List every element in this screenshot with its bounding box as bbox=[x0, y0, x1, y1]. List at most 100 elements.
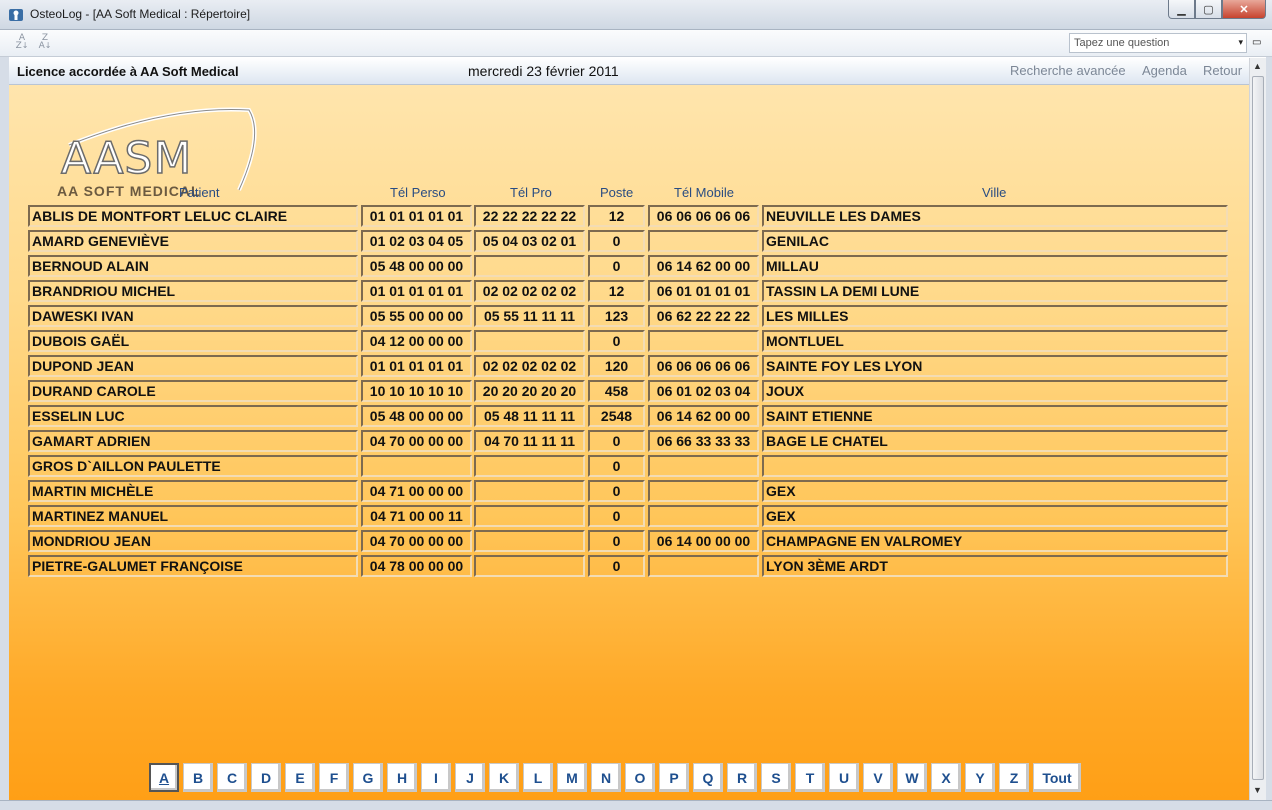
ville-cell[interactable]: GENILAC bbox=[762, 230, 1228, 252]
patient-name-cell[interactable]: BRANDRIOU MICHEL bbox=[28, 280, 358, 302]
poste-cell[interactable]: 0 bbox=[588, 255, 645, 277]
minimize-button[interactable]: ▁ bbox=[1168, 0, 1195, 19]
patient-name-cell[interactable]: DURAND CAROLE bbox=[28, 380, 358, 402]
tel-mobile-cell[interactable]: 06 01 01 01 01 bbox=[648, 280, 759, 302]
tel-perso-cell[interactable]: 05 48 00 00 00 bbox=[361, 255, 472, 277]
poste-cell[interactable]: 0 bbox=[588, 480, 645, 502]
tel-mobile-cell[interactable]: 06 66 33 33 33 bbox=[648, 430, 759, 452]
tel-pro-cell[interactable]: 02 02 02 02 02 bbox=[474, 355, 585, 377]
tel-pro-cell[interactable] bbox=[474, 330, 585, 352]
letter-button-k[interactable]: K bbox=[489, 763, 519, 792]
patient-name-cell[interactable]: PIETRE-GALUMET FRANÇOISE bbox=[28, 555, 358, 577]
letter-button-a[interactable]: A bbox=[149, 763, 179, 792]
tel-perso-cell[interactable]: 04 12 00 00 00 bbox=[361, 330, 472, 352]
tel-mobile-cell[interactable]: 06 01 02 03 04 bbox=[648, 380, 759, 402]
sort-ascending-icon[interactable]: A Z↓ bbox=[12, 34, 32, 52]
tel-pro-cell[interactable]: 05 04 03 02 01 bbox=[474, 230, 585, 252]
question-input[interactable]: Tapez une question ▾ bbox=[1069, 33, 1247, 53]
tel-pro-cell[interactable] bbox=[474, 455, 585, 477]
letter-button-b[interactable]: B bbox=[183, 763, 213, 792]
patient-name-cell[interactable]: MARTIN MICHÈLE bbox=[28, 480, 358, 502]
tel-pro-cell[interactable]: 05 55 11 11 11 bbox=[474, 305, 585, 327]
tel-pro-cell[interactable]: 22 22 22 22 22 bbox=[474, 205, 585, 227]
letter-button-y[interactable]: Y bbox=[965, 763, 995, 792]
poste-cell[interactable]: 12 bbox=[588, 280, 645, 302]
tel-perso-cell[interactable]: 01 01 01 01 01 bbox=[361, 205, 472, 227]
column-header-patient[interactable]: Patient bbox=[179, 185, 219, 200]
letter-button-c[interactable]: C bbox=[217, 763, 247, 792]
patient-name-cell[interactable]: MARTINEZ MANUEL bbox=[28, 505, 358, 527]
tel-perso-cell[interactable]: 04 71 00 00 11 bbox=[361, 505, 472, 527]
column-header-tel-mobile[interactable]: Tél Mobile bbox=[674, 185, 734, 200]
letter-button-g[interactable]: G bbox=[353, 763, 383, 792]
letter-button-v[interactable]: V bbox=[863, 763, 893, 792]
patient-name-cell[interactable]: ABLIS DE MONTFORT LELUC CLAIRE bbox=[28, 205, 358, 227]
ville-cell[interactable]: MILLAU bbox=[762, 255, 1228, 277]
tel-pro-cell[interactable] bbox=[474, 480, 585, 502]
column-header-tel-perso[interactable]: Tél Perso bbox=[390, 185, 446, 200]
advanced-search-link[interactable]: Recherche avancée bbox=[1010, 63, 1126, 78]
patient-name-cell[interactable]: DUBOIS GAËL bbox=[28, 330, 358, 352]
poste-cell[interactable]: 458 bbox=[588, 380, 645, 402]
patient-name-cell[interactable]: ESSELIN LUC bbox=[28, 405, 358, 427]
patient-name-cell[interactable]: MONDRIOU JEAN bbox=[28, 530, 358, 552]
letter-button-t[interactable]: T bbox=[795, 763, 825, 792]
poste-cell[interactable]: 120 bbox=[588, 355, 645, 377]
tel-perso-cell[interactable]: 04 70 00 00 00 bbox=[361, 530, 472, 552]
ville-cell[interactable]: MONTLUEL bbox=[762, 330, 1228, 352]
tel-mobile-cell[interactable]: 06 62 22 22 22 bbox=[648, 305, 759, 327]
tel-perso-cell[interactable]: 05 55 00 00 00 bbox=[361, 305, 472, 327]
tel-perso-cell[interactable]: 01 01 01 01 01 bbox=[361, 280, 472, 302]
letter-button-l[interactable]: L bbox=[523, 763, 553, 792]
letter-button-e[interactable]: E bbox=[285, 763, 315, 792]
ville-cell[interactable]: GEX bbox=[762, 480, 1228, 502]
patient-name-cell[interactable]: GAMART ADRIEN bbox=[28, 430, 358, 452]
letter-button-j[interactable]: J bbox=[455, 763, 485, 792]
back-link[interactable]: Retour bbox=[1203, 63, 1242, 78]
poste-cell[interactable]: 0 bbox=[588, 230, 645, 252]
vertical-scrollbar[interactable]: ▲ ▼ bbox=[1249, 58, 1266, 800]
ville-cell[interactable]: BAGE LE CHATEL bbox=[762, 430, 1228, 452]
letter-button-u[interactable]: U bbox=[829, 763, 859, 792]
poste-cell[interactable]: 0 bbox=[588, 330, 645, 352]
sort-descending-icon[interactable]: Z A↓ bbox=[35, 34, 55, 52]
tel-perso-cell[interactable]: 04 78 00 00 00 bbox=[361, 555, 472, 577]
tel-mobile-cell[interactable] bbox=[648, 555, 759, 577]
letter-button-z[interactable]: Z bbox=[999, 763, 1029, 792]
tel-pro-cell[interactable] bbox=[474, 255, 585, 277]
tel-perso-cell[interactable]: 04 70 00 00 00 bbox=[361, 430, 472, 452]
tel-perso-cell[interactable]: 10 10 10 10 10 bbox=[361, 380, 472, 402]
ville-cell[interactable]: SAINTE FOY LES LYON bbox=[762, 355, 1228, 377]
poste-cell[interactable]: 0 bbox=[588, 530, 645, 552]
tel-pro-cell[interactable]: 04 70 11 11 11 bbox=[474, 430, 585, 452]
poste-cell[interactable]: 12 bbox=[588, 205, 645, 227]
letter-button-h[interactable]: H bbox=[387, 763, 417, 792]
letter-button-d[interactable]: D bbox=[251, 763, 281, 792]
tel-perso-cell[interactable] bbox=[361, 455, 472, 477]
tel-pro-cell[interactable] bbox=[474, 505, 585, 527]
tel-mobile-cell[interactable] bbox=[648, 330, 759, 352]
tel-mobile-cell[interactable] bbox=[648, 480, 759, 502]
tel-mobile-cell[interactable]: 06 06 06 06 06 bbox=[648, 205, 759, 227]
scrollbar-thumb[interactable] bbox=[1252, 76, 1264, 780]
ville-cell[interactable]: LYON 3ÈME ARDT bbox=[762, 555, 1228, 577]
tel-perso-cell[interactable]: 04 71 00 00 00 bbox=[361, 480, 472, 502]
poste-cell[interactable]: 2548 bbox=[588, 405, 645, 427]
tel-perso-cell[interactable]: 01 02 03 04 05 bbox=[361, 230, 472, 252]
tel-mobile-cell[interactable] bbox=[648, 230, 759, 252]
ville-cell[interactable]: TASSIN LA DEMI LUNE bbox=[762, 280, 1228, 302]
tel-mobile-cell[interactable] bbox=[648, 455, 759, 477]
letter-button-q[interactable]: Q bbox=[693, 763, 723, 792]
patient-name-cell[interactable]: DUPOND JEAN bbox=[28, 355, 358, 377]
tel-mobile-cell[interactable]: 06 14 00 00 00 bbox=[648, 530, 759, 552]
poste-cell[interactable]: 0 bbox=[588, 430, 645, 452]
poste-cell[interactable]: 0 bbox=[588, 455, 645, 477]
tel-mobile-cell[interactable] bbox=[648, 505, 759, 527]
close-button[interactable]: ✕ bbox=[1222, 0, 1266, 19]
patient-name-cell[interactable]: BERNOUD ALAIN bbox=[28, 255, 358, 277]
column-header-tel-pro[interactable]: Tél Pro bbox=[510, 185, 552, 200]
letter-button-w[interactable]: W bbox=[897, 763, 927, 792]
question-dropdown-icon[interactable]: ▾ bbox=[1238, 37, 1243, 48]
tel-mobile-cell[interactable]: 06 14 62 00 00 bbox=[648, 255, 759, 277]
tel-mobile-cell[interactable]: 06 14 62 00 00 bbox=[648, 405, 759, 427]
